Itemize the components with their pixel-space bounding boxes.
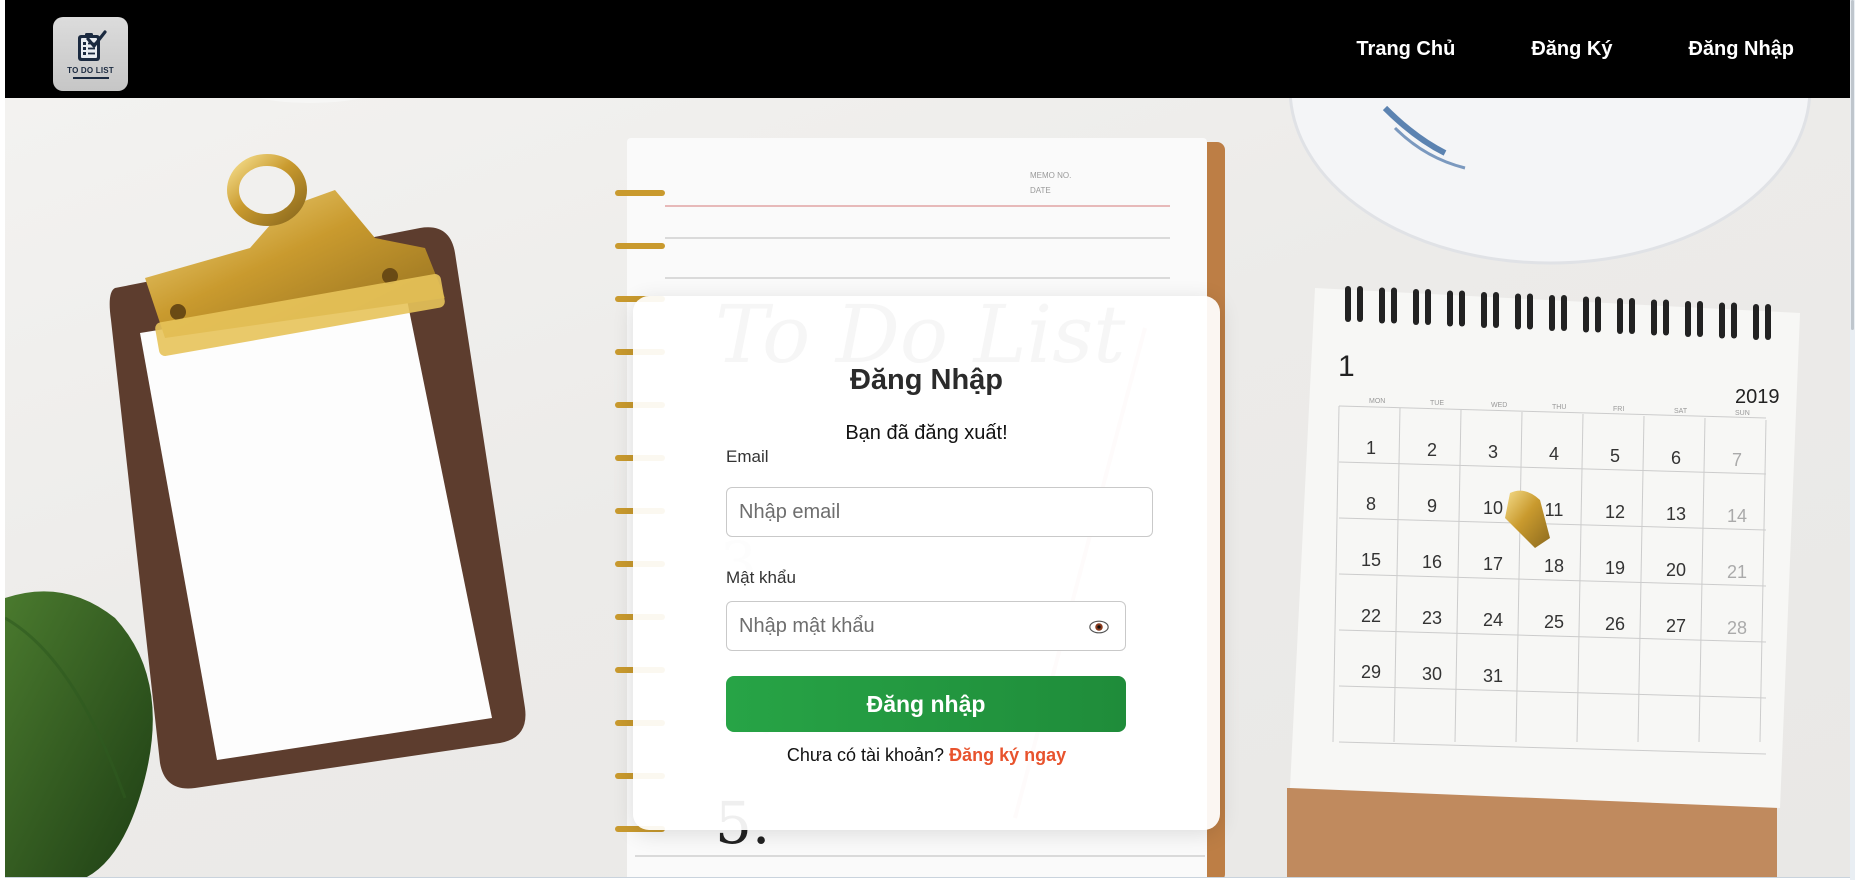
calendar-day: 15 <box>1361 550 1381 570</box>
page-frame: TO DO LIST Trang Chủ Đăng Ký Đăng Nhập M… <box>5 0 1850 878</box>
password-label: Mật khẩu <box>726 568 796 587</box>
calendar-weekday: WED <box>1491 402 1507 409</box>
calendar-ring <box>1413 289 1419 325</box>
calendar-day: 30 <box>1422 664 1442 684</box>
calendar-day: 8 <box>1366 494 1376 514</box>
calendar-day: 1 <box>1366 438 1376 458</box>
calendar-day: 14 <box>1727 506 1747 526</box>
calendar-day: 28 <box>1727 618 1747 638</box>
calendar-day: 11 <box>1545 500 1564 520</box>
calendar-weekday: FRI <box>1613 406 1624 413</box>
nav-link-home[interactable]: Trang Chủ <box>1318 38 1493 61</box>
calendar-ring <box>1357 286 1363 322</box>
calendar-ring <box>1549 295 1555 331</box>
calendar-day: 2 <box>1427 440 1437 460</box>
calendar-ring <box>1493 292 1499 328</box>
calendar-day: 13 <box>1666 504 1686 524</box>
login-card: To Do List Đăng Nhập Bạn đã đăng xuất! E… <box>633 296 1220 830</box>
calendar-ring <box>1515 293 1521 330</box>
calendar-day: 29 <box>1361 662 1381 682</box>
calendar-day: 25 <box>1544 612 1564 632</box>
calendar-ring <box>1765 304 1771 340</box>
nav-link-register[interactable]: Đăng Ký <box>1493 38 1650 61</box>
logo-text: TO DO LIST <box>67 65 114 75</box>
clipboard <box>109 154 526 789</box>
checklist-icon <box>77 29 107 61</box>
calendar-weekday: THU <box>1552 404 1566 411</box>
calendar-ring <box>1629 298 1635 334</box>
calendar-day: 27 <box>1666 616 1686 636</box>
calendar-day: 5 <box>1610 446 1620 466</box>
nav-link-login[interactable]: Đăng Nhập <box>1650 38 1794 61</box>
calendar-weekday: MON <box>1369 398 1385 405</box>
calendar-day: 9 <box>1427 496 1437 516</box>
password-field[interactable]: Nhập mật khẩu <box>726 601 1126 651</box>
eye-icon[interactable] <box>1089 618 1109 636</box>
email-field[interactable]: Nhập email <box>726 487 1153 537</box>
calendar-day: 17 <box>1483 554 1503 574</box>
calendar-day: 7 <box>1732 450 1742 470</box>
calendar-ring <box>1459 290 1465 327</box>
calendar-day: 12 <box>1605 502 1625 522</box>
scrollbar[interactable] <box>1850 0 1855 880</box>
email-label: Email <box>726 447 769 466</box>
calendar-day: 21 <box>1727 562 1747 582</box>
login-submit-button[interactable]: Đăng nhập <box>726 676 1126 732</box>
calendar-day: 10 <box>1483 498 1503 518</box>
calendar-day: 31 <box>1483 666 1503 686</box>
password-placeholder: Nhập mật khẩu <box>739 614 875 637</box>
main-nav: Trang Chủ Đăng Ký Đăng Nhập <box>1318 0 1794 98</box>
calendar-ring <box>1447 290 1453 327</box>
calendar-day: 19 <box>1605 558 1625 578</box>
calendar-day: 3 <box>1488 442 1498 462</box>
calendar-ring <box>1731 302 1737 339</box>
desk-calendar: 1 2019 MON TUE WED THU FRI SAT SUN 1 2 3 4 5 6 78 9 10… <box>1287 286 1800 877</box>
calendar-ring <box>1663 299 1669 336</box>
calendar-ring <box>1753 304 1759 340</box>
calendar-ring <box>1595 296 1601 333</box>
logout-message: Bạn đã đăng xuất! <box>845 422 1008 444</box>
calendar-ring <box>1561 295 1567 331</box>
calendar-month: 1 <box>1338 350 1355 383</box>
plant-leaf <box>5 591 153 877</box>
calendar-weekday: SAT <box>1674 408 1688 415</box>
calendar-ring <box>1391 287 1397 324</box>
calendar-day: 18 <box>1544 556 1564 576</box>
calendar-ring <box>1527 293 1533 330</box>
logo[interactable]: TO DO LIST <box>53 17 128 91</box>
calendar-day: 24 <box>1483 610 1503 630</box>
scrollbar-thumb[interactable] <box>1851 0 1854 330</box>
calendar-day: 16 <box>1422 552 1442 572</box>
calendar-ring <box>1685 301 1691 337</box>
calendar-ring <box>1651 299 1657 336</box>
date-label: DATE <box>1030 186 1051 195</box>
calendar-ring <box>1583 296 1589 333</box>
calendar-ring <box>1481 292 1487 328</box>
bowl-rim <box>257 98 363 103</box>
signup-prompt: Chưa có tài khoản? Đăng ký ngay <box>633 745 1220 766</box>
calendar-ring <box>1379 287 1385 324</box>
calendar-day: 20 <box>1666 560 1686 580</box>
calendar-year: 2019 <box>1735 386 1780 408</box>
calendar-day: 26 <box>1605 614 1625 634</box>
calendar-ring <box>1719 302 1725 339</box>
calendar-ring <box>1697 301 1703 337</box>
logo-underline <box>72 76 109 79</box>
navbar: TO DO LIST Trang Chủ Đăng Ký Đăng Nhập <box>5 0 1850 98</box>
calendar-day: 4 <box>1549 444 1559 464</box>
calendar-day: 23 <box>1422 608 1442 628</box>
signup-prompt-text: Chưa có tài khoản? <box>786 745 945 765</box>
calendar-weekday: SUN <box>1735 410 1750 417</box>
login-title: Đăng Nhập <box>849 364 1004 396</box>
memo-label: MEMO NO. <box>1030 171 1071 180</box>
marble-plate <box>1288 98 1812 265</box>
calendar-ring <box>1425 289 1431 325</box>
calendar-day: 22 <box>1361 606 1381 626</box>
calendar-ring <box>1617 298 1623 334</box>
signup-link[interactable]: Đăng ký ngay <box>949 745 1066 765</box>
calendar-weekday: TUE <box>1430 400 1444 407</box>
calendar-ring <box>1345 286 1351 322</box>
calendar-day: 6 <box>1671 448 1681 468</box>
